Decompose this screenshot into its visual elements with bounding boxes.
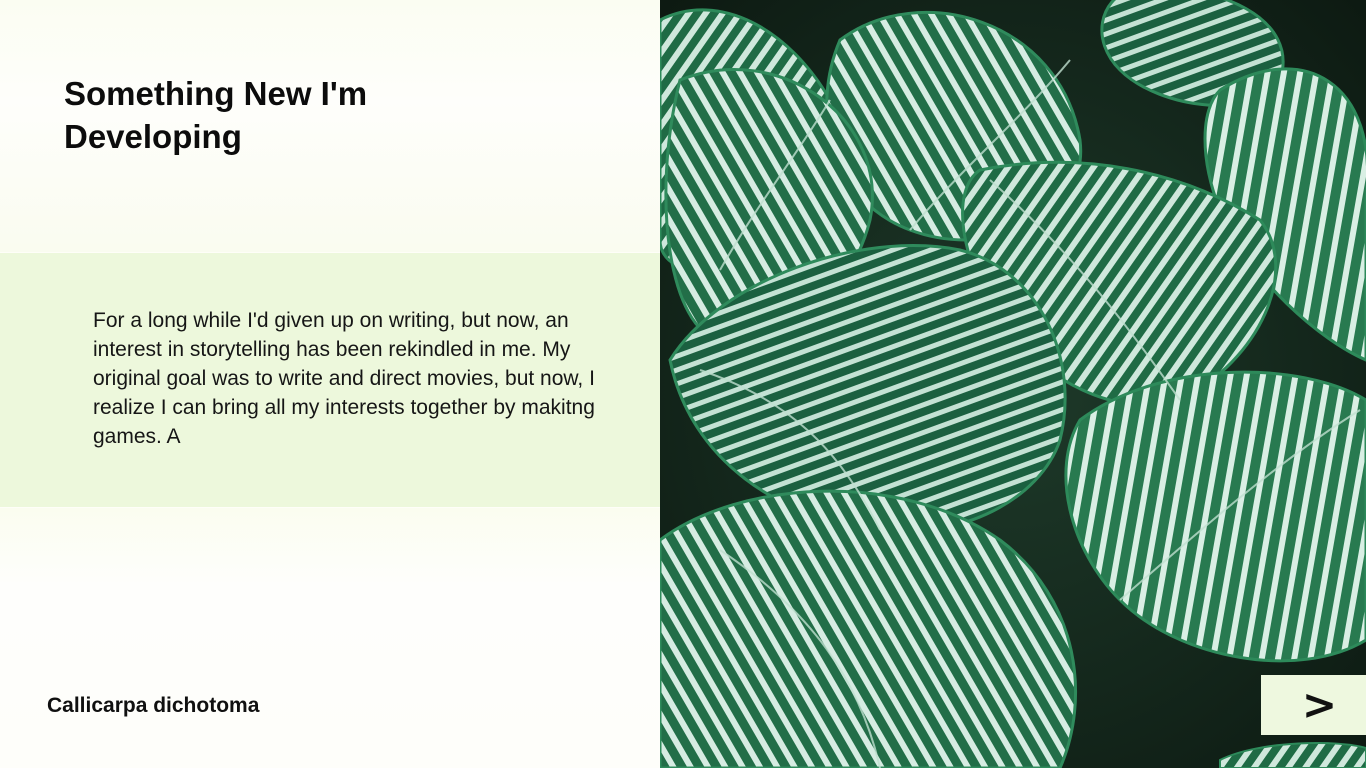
leaf-illustration (660, 0, 1366, 768)
text-panel: Something New I'm Developing For a long … (0, 0, 663, 768)
photo-caption: Callicarpa dichotoma (47, 694, 260, 717)
leaf-photo (660, 0, 1366, 768)
slide-body-text: For a long while I'd given up on writing… (93, 309, 595, 448)
slide: Something New I'm Developing For a long … (0, 0, 1366, 768)
next-slide-button[interactable]: > (1261, 675, 1366, 735)
chevron-right-icon: > (1301, 680, 1338, 729)
slide-title: Something New I'm Developing (64, 75, 368, 155)
caption-area (0, 508, 660, 768)
